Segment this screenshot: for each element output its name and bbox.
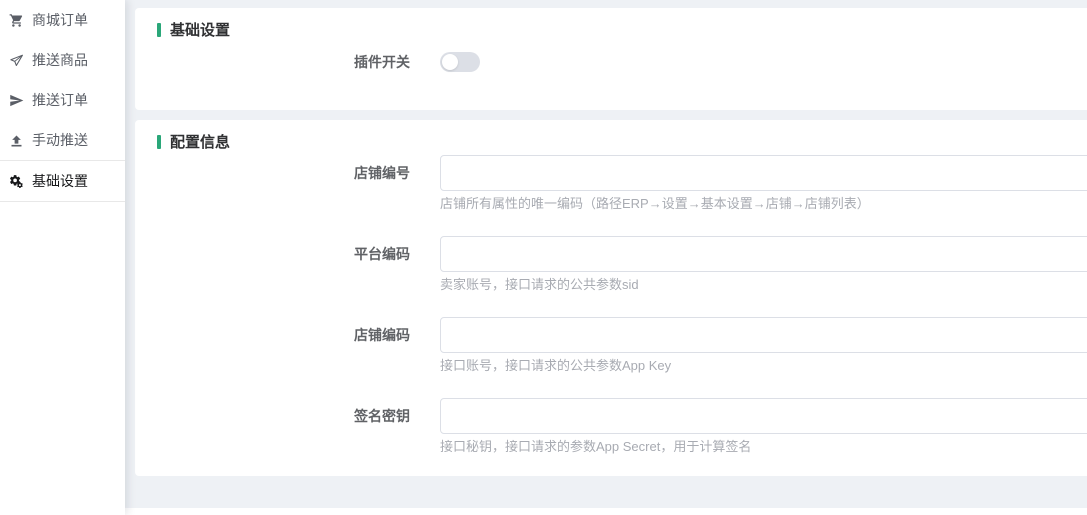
toggle-knob [442, 54, 458, 70]
sidebar-item-mall-orders[interactable]: 商城订单 [0, 0, 125, 40]
plugin-switch-row: 插件开关 [157, 52, 1087, 72]
section-title-config: 配置信息 [157, 134, 1087, 149]
platform-code-label: 平台编码 [157, 236, 410, 272]
cart-icon [9, 13, 24, 28]
sidebar-item-label: 商城订单 [32, 10, 88, 30]
sidebar: 商城订单 推送商品 推送订单 手动推送 基础设置 [0, 0, 125, 515]
section-accent-bar [157, 23, 161, 37]
shop-number-label: 店铺编号 [157, 155, 410, 191]
main-content: 基础设置 插件开关 配置信息 店铺编号 店铺所有属性的唯一编码（路径ERP→设置… [125, 0, 1087, 508]
section-title-text: 基础设置 [170, 19, 230, 40]
shop-code-hint: 接口账号，接口请求的公共参数App Key [440, 358, 1087, 373]
send-outline-icon [9, 53, 24, 68]
platform-code-input[interactable] [440, 236, 1087, 272]
shop-number-hint: 店铺所有属性的唯一编码（路径ERP→设置→基本设置→店铺→店铺列表） [440, 196, 1087, 211]
sign-secret-row: 签名密钥 接口秘钥，接口请求的参数App Secret，用于计算签名 [157, 398, 1087, 454]
sidebar-item-label: 基础设置 [32, 171, 88, 191]
upload-icon [9, 133, 24, 148]
gears-icon [9, 174, 24, 189]
plugin-switch-label: 插件开关 [157, 52, 410, 72]
section-accent-bar [157, 135, 161, 149]
sidebar-item-label: 推送订单 [32, 90, 88, 110]
send-filled-icon [9, 93, 24, 108]
sidebar-item-push-products[interactable]: 推送商品 [0, 40, 125, 80]
shop-number-row: 店铺编号 店铺所有属性的唯一编码（路径ERP→设置→基本设置→店铺→店铺列表） [157, 155, 1087, 211]
platform-code-row: 平台编码 卖家账号，接口请求的公共参数sid [157, 236, 1087, 292]
config-info-card: 配置信息 店铺编号 店铺所有属性的唯一编码（路径ERP→设置→基本设置→店铺→店… [135, 120, 1087, 476]
sign-secret-label: 签名密钥 [157, 398, 410, 434]
shop-code-input[interactable] [440, 317, 1087, 353]
sign-secret-hint: 接口秘钥，接口请求的参数App Secret，用于计算签名 [440, 439, 1087, 454]
section-title-text: 配置信息 [170, 131, 230, 152]
basic-settings-card: 基础设置 插件开关 [135, 8, 1087, 110]
sidebar-item-manual-push[interactable]: 手动推送 [0, 120, 125, 160]
shop-code-row: 店铺编码 接口账号，接口请求的公共参数App Key [157, 317, 1087, 373]
sign-secret-input[interactable] [440, 398, 1087, 434]
plugin-toggle-switch[interactable] [440, 52, 480, 72]
section-title-basic: 基础设置 [157, 22, 1087, 37]
sidebar-item-push-orders[interactable]: 推送订单 [0, 80, 125, 120]
shop-code-label: 店铺编码 [157, 317, 410, 353]
shop-number-input[interactable] [440, 155, 1087, 191]
sidebar-item-label: 手动推送 [32, 130, 88, 150]
sidebar-item-label: 推送商品 [32, 50, 88, 70]
platform-code-hint: 卖家账号，接口请求的公共参数sid [440, 277, 1087, 292]
sidebar-item-basic-settings[interactable]: 基础设置 [0, 160, 125, 202]
